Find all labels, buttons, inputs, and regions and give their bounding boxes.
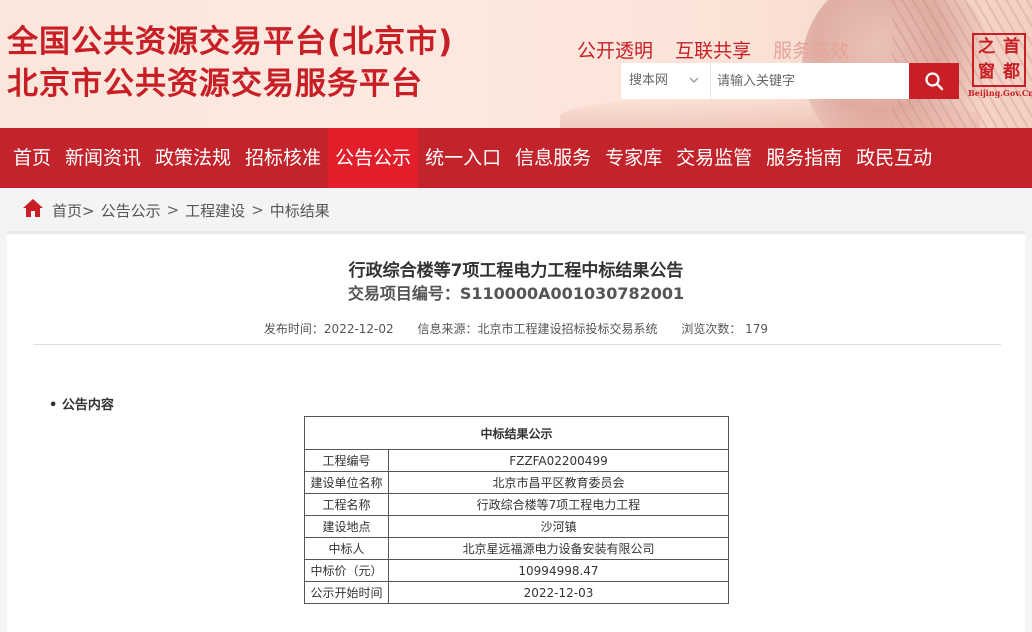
nav-item-announcements[interactable]: 公告公示 — [328, 128, 419, 188]
nav-item-home[interactable]: 首页 — [6, 128, 58, 188]
slogan-1: 公开透明 — [577, 40, 654, 62]
divider — [33, 344, 1001, 345]
search-input[interactable] — [717, 69, 903, 93]
nav-item-unified-entry[interactable]: 统一入口 — [418, 128, 508, 188]
breadcrumb-separator: > — [251, 201, 264, 219]
search-icon — [925, 72, 944, 91]
row-key: 建设单位名称 — [304, 471, 389, 494]
table-row: 工程名称 行政综合楼等7项工程电力工程 — [304, 493, 729, 516]
logo-char: 都 — [1003, 62, 1020, 82]
nav-item-supervision[interactable]: 交易监管 — [669, 128, 759, 188]
row-value: 北京市昌平区教育委员会 — [388, 471, 729, 494]
breadcrumb-item-construction[interactable]: 工程建设 — [185, 200, 245, 221]
article-meta: 发布时间：2022-12-02 信息来源：北京市工程建设招标投标交易系统 浏览次… — [7, 320, 1025, 337]
breadcrumb-home[interactable]: 首页> — [52, 200, 95, 221]
row-key: 工程编号 — [304, 449, 389, 472]
row-value: 行政综合楼等7项工程电力工程 — [388, 493, 729, 516]
nav-item-info-service[interactable]: 信息服务 — [508, 128, 598, 188]
row-value: 2022-12-03 — [388, 581, 729, 604]
nav-item-interaction[interactable]: 政民互动 — [849, 128, 939, 188]
logo-char: 窗 — [978, 62, 995, 82]
row-key: 中标价（元） — [304, 559, 389, 582]
table-heading: 中标结果公示 — [304, 416, 729, 450]
info-source: 信息来源：北京市工程建设招标投标交易系统 — [417, 322, 658, 336]
table-row: 中标人 北京星远福源电力设备安装有限公司 — [304, 537, 729, 560]
breadcrumb: 首页> 公告公示 > 工程建设 > 中标结果 — [22, 196, 330, 224]
nav-item-news[interactable]: 新闻资讯 — [58, 128, 148, 188]
table-row: 中标价（元） 10994998.47 — [304, 559, 729, 582]
search-button[interactable] — [909, 63, 959, 99]
slogan-2: 互联共享 — [675, 40, 752, 62]
nav-item-bid-approval[interactable]: 招标核准 — [238, 128, 328, 188]
article-title: 行政综合楼等7项工程电力工程中标结果公告 — [348, 261, 684, 281]
row-value: 北京星远福源电力设备安装有限公司 — [388, 537, 729, 560]
breadcrumb-item-award-result[interactable]: 中标结果 — [270, 200, 330, 221]
header-decoration-arc — [560, 96, 980, 128]
nav-item-policy[interactable]: 政策法规 — [148, 128, 238, 188]
row-key: 工程名称 — [304, 493, 389, 516]
breadcrumb-item-announcements[interactable]: 公告公示 — [101, 200, 161, 221]
logo-caption: Beijing.Gov.Cn — [968, 88, 1032, 98]
table-row: 工程编号 FZZFA02200499 — [304, 449, 729, 472]
row-key: 公示开始时间 — [304, 581, 389, 604]
row-value: FZZFA02200499 — [388, 449, 729, 472]
site-header: 全国公共资源交易平台(北京市) 北京市公共资源交易服务平台 公开透明 互联共享 … — [0, 0, 1032, 128]
row-value: 沙河镇 — [388, 515, 729, 538]
home-icon[interactable] — [22, 198, 44, 222]
table-row: 建设单位名称 北京市昌平区教育委员会 — [304, 471, 729, 494]
search-bar: 搜本网 — [621, 63, 959, 99]
nav-item-guide[interactable]: 服务指南 — [759, 128, 849, 188]
logo-char: 首 — [1003, 37, 1020, 57]
slogan-3: 服务高效 — [773, 40, 850, 62]
nav-item-expert-db[interactable]: 专家库 — [598, 128, 669, 188]
award-result-table: 中标结果公示 工程编号 FZZFA02200499 建设单位名称 北京市昌平区教… — [304, 416, 729, 604]
logo-mark: 之 首 窗 都 — [972, 33, 1026, 87]
row-key: 建设地点 — [304, 515, 389, 538]
logo-char: 之 — [978, 37, 995, 57]
search-scope-value: 搜本网 — [629, 73, 669, 88]
row-key: 中标人 — [304, 537, 389, 560]
slogans: 公开透明 互联共享 服务高效 — [577, 36, 865, 63]
table-row: 建设地点 沙河镇 — [304, 515, 729, 538]
article-project-code: 交易项目编号：S110000A001030782001 — [347, 284, 685, 303]
breadcrumb-separator: > — [166, 201, 180, 219]
table-header-row: 中标结果公示 — [304, 416, 729, 450]
view-count: 浏览次数： 179 — [681, 322, 769, 336]
beijing-gov-logo[interactable]: 之 首 窗 都 Beijing.Gov.Cn — [968, 33, 1032, 99]
row-value: 10994998.47 — [388, 559, 729, 582]
site-title-line1[interactable]: 全国公共资源交易平台(北京市) — [7, 16, 453, 61]
site-title-line2[interactable]: 北京市公共资源交易服务平台 — [7, 58, 423, 103]
search-scope-select[interactable]: 搜本网 — [621, 63, 711, 99]
publish-time: 发布时间：2022-12-02 — [263, 322, 394, 336]
main-nav: 首页 新闻资讯 政策法规 招标核准 公告公示 统一入口 信息服务 专家库 交易监… — [0, 128, 1032, 188]
chevron-down-icon — [688, 63, 700, 113]
article-card: 行政综合楼等7项工程电力工程中标结果公告 交易项目编号：S110000A0010… — [7, 231, 1025, 632]
section-label: • 公告内容 — [49, 398, 114, 413]
table-row: 公示开始时间 2022-12-03 — [304, 581, 729, 604]
